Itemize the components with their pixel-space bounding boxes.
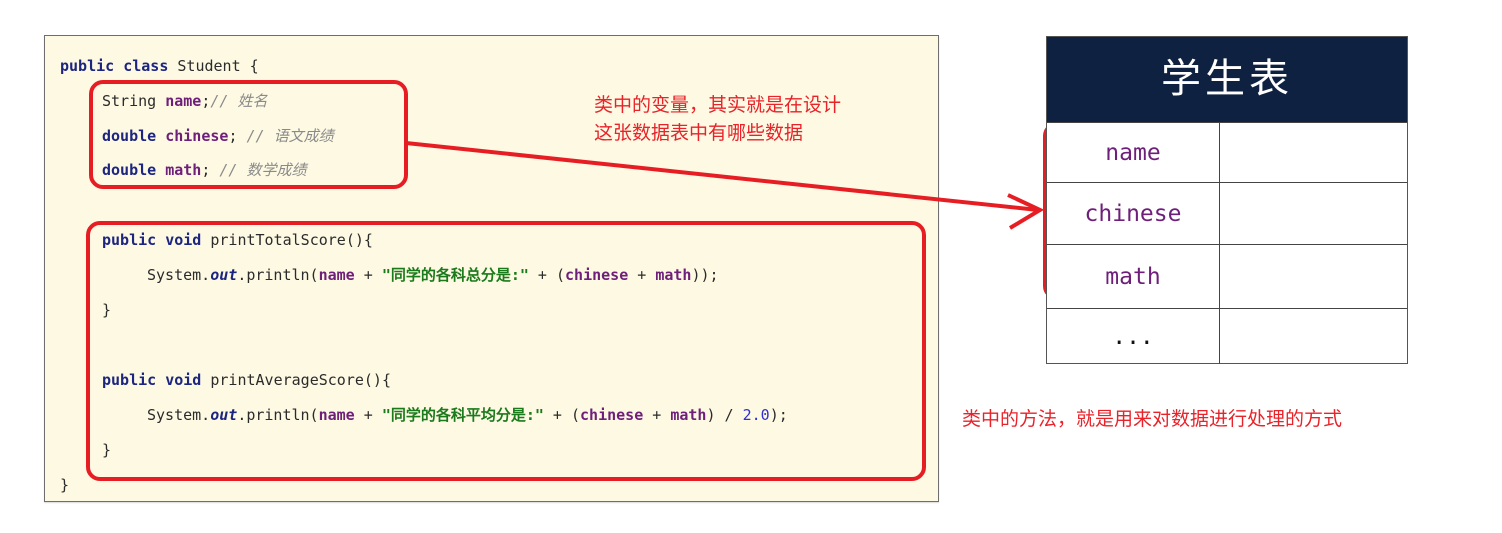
table-row: math [1047, 244, 1407, 308]
class-declaration: public class Student { [60, 56, 259, 76]
keyword: public class [60, 57, 169, 75]
table-cell-field: chinese [1047, 183, 1220, 244]
table-cell-value [1220, 309, 1407, 364]
table-title: 学生表 [1047, 37, 1407, 122]
table-row: ... [1047, 308, 1407, 364]
variables-note-line1: 类中的变量，其实就是在设计 [594, 94, 842, 116]
methods-highlight-box [86, 221, 926, 481]
variables-note: 类中的变量，其实就是在设计 这张数据表中有哪些数据 [594, 91, 841, 147]
student-table: 学生表 name chinese math ... [1046, 36, 1408, 364]
table-cell-field: math [1047, 245, 1220, 308]
methods-note: 类中的方法，就是用来对数据进行处理的方式 [962, 408, 1343, 430]
table-cell-value [1220, 123, 1407, 182]
class-close: } [60, 476, 70, 494]
table-cell-value [1220, 245, 1407, 308]
table-row: chinese [1047, 182, 1407, 244]
table-cell-field: name [1047, 123, 1220, 182]
table-row: name [1047, 122, 1407, 182]
fields-highlight-box [89, 80, 408, 189]
table-cell-value [1220, 183, 1407, 244]
variables-note-line2: 这张数据表中有哪些数据 [594, 122, 804, 144]
table-cell-ellipsis: ... [1047, 309, 1220, 364]
class-name: Student { [168, 57, 259, 75]
arrow-head-icon [1007, 193, 1045, 230]
